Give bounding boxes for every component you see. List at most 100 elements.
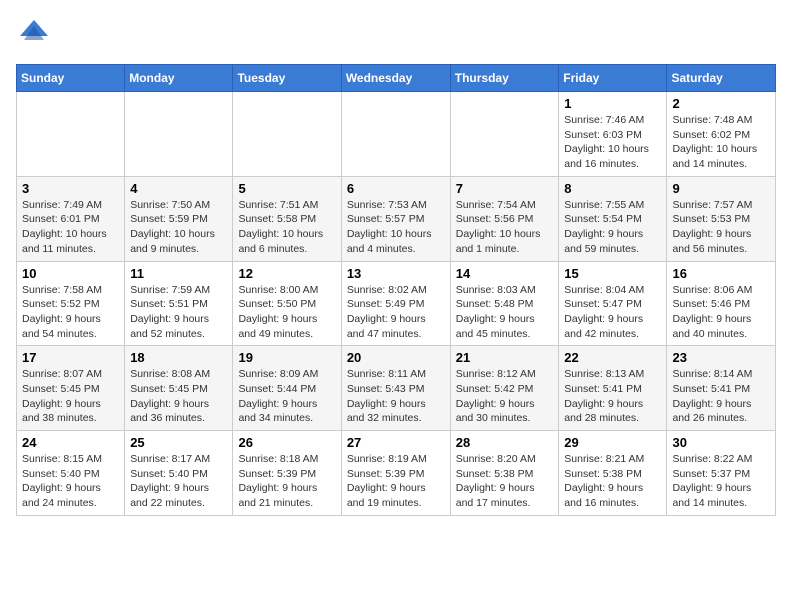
day-cell: 30 Sunrise: 8:22 AM Sunset: 5:37 PM Dayli…	[667, 431, 776, 516]
day-info: Sunrise: 8:22 AM Sunset: 5:37 PM Dayligh…	[672, 453, 752, 509]
day-cell: 1 Sunrise: 7:46 AM Sunset: 6:03 PM Daylig…	[559, 92, 667, 177]
day-cell: 7 Sunrise: 7:54 AM Sunset: 5:56 PM Daylig…	[450, 176, 559, 261]
day-cell: 12 Sunrise: 8:00 AM Sunset: 5:50 PM Dayli…	[233, 261, 341, 346]
day-info: Sunrise: 7:57 AM Sunset: 5:53 PM Dayligh…	[672, 199, 752, 255]
day-cell: 8 Sunrise: 7:55 AM Sunset: 5:54 PM Daylig…	[559, 176, 667, 261]
day-number: 18	[130, 350, 227, 365]
day-info: Sunrise: 8:15 AM Sunset: 5:40 PM Dayligh…	[22, 453, 102, 509]
day-cell: 11 Sunrise: 7:59 AM Sunset: 5:51 PM Dayli…	[125, 261, 233, 346]
day-cell: 13 Sunrise: 8:02 AM Sunset: 5:49 PM Dayli…	[341, 261, 450, 346]
day-cell	[125, 92, 233, 177]
day-number: 6	[347, 181, 445, 196]
day-number: 29	[564, 435, 661, 450]
day-number: 23	[672, 350, 770, 365]
day-number: 1	[564, 96, 661, 111]
calendar-table: SundayMondayTuesdayWednesdayThursdayFrid…	[16, 64, 776, 516]
week-row-0: 1 Sunrise: 7:46 AM Sunset: 6:03 PM Daylig…	[17, 92, 776, 177]
day-cell	[233, 92, 341, 177]
day-number: 9	[672, 181, 770, 196]
day-cell: 28 Sunrise: 8:20 AM Sunset: 5:38 PM Dayli…	[450, 431, 559, 516]
day-cell: 21 Sunrise: 8:12 AM Sunset: 5:42 PM Dayli…	[450, 346, 559, 431]
day-info: Sunrise: 7:55 AM Sunset: 5:54 PM Dayligh…	[564, 199, 644, 255]
day-info: Sunrise: 8:21 AM Sunset: 5:38 PM Dayligh…	[564, 453, 644, 509]
week-row-1: 3 Sunrise: 7:49 AM Sunset: 6:01 PM Daylig…	[17, 176, 776, 261]
day-number: 28	[456, 435, 554, 450]
day-info: Sunrise: 8:03 AM Sunset: 5:48 PM Dayligh…	[456, 284, 536, 340]
day-cell: 22Sunrise: 8:13 AM Sunset: 5:41 PM Dayli…	[559, 346, 667, 431]
day-cell: 19 Sunrise: 8:09 AM Sunset: 5:44 PM Dayli…	[233, 346, 341, 431]
day-cell: 3 Sunrise: 7:49 AM Sunset: 6:01 PM Daylig…	[17, 176, 125, 261]
day-number: 25	[130, 435, 227, 450]
day-number: 3	[22, 181, 119, 196]
day-number: 26	[238, 435, 335, 450]
day-info: Sunrise: 7:50 AM Sunset: 5:59 PM Dayligh…	[130, 199, 215, 255]
day-info: Sunrise: 8:14 AM Sunset: 5:41 PM Dayligh…	[672, 368, 752, 424]
day-cell: 23 Sunrise: 8:14 AM Sunset: 5:41 PM Dayli…	[667, 346, 776, 431]
day-number: 21	[456, 350, 554, 365]
day-info: Sunrise: 8:20 AM Sunset: 5:38 PM Dayligh…	[456, 453, 536, 509]
day-cell: 10 Sunrise: 7:58 AM Sunset: 5:52 PM Dayli…	[17, 261, 125, 346]
col-header-tuesday: Tuesday	[233, 65, 341, 92]
day-info: Sunrise: 7:59 AM Sunset: 5:51 PM Dayligh…	[130, 284, 210, 340]
day-cell: 17Sunrise: 8:07 AM Sunset: 5:45 PM Dayli…	[17, 346, 125, 431]
day-cell: 4 Sunrise: 7:50 AM Sunset: 5:59 PM Daylig…	[125, 176, 233, 261]
day-number: 8	[564, 181, 661, 196]
day-info: Sunrise: 8:17 AM Sunset: 5:40 PM Dayligh…	[130, 453, 210, 509]
header	[16, 16, 776, 52]
day-cell: 2 Sunrise: 7:48 AM Sunset: 6:02 PM Daylig…	[667, 92, 776, 177]
day-number: 19	[238, 350, 335, 365]
col-header-monday: Monday	[125, 65, 233, 92]
day-cell	[17, 92, 125, 177]
week-row-2: 10 Sunrise: 7:58 AM Sunset: 5:52 PM Dayli…	[17, 261, 776, 346]
day-info: Sunrise: 8:18 AM Sunset: 5:39 PM Dayligh…	[238, 453, 318, 509]
day-cell: 24 Sunrise: 8:15 AM Sunset: 5:40 PM Dayli…	[17, 431, 125, 516]
day-number: 4	[130, 181, 227, 196]
day-info: Sunrise: 7:54 AM Sunset: 5:56 PM Dayligh…	[456, 199, 541, 255]
day-number: 2	[672, 96, 770, 111]
col-header-friday: Friday	[559, 65, 667, 92]
col-header-thursday: Thursday	[450, 65, 559, 92]
day-info: Sunrise: 7:58 AM Sunset: 5:52 PM Dayligh…	[22, 284, 102, 340]
day-info: Sunrise: 8:09 AM Sunset: 5:44 PM Dayligh…	[238, 368, 318, 424]
day-cell: 5Sunrise: 7:51 AM Sunset: 5:58 PM Daylig…	[233, 176, 341, 261]
day-cell: 14 Sunrise: 8:03 AM Sunset: 5:48 PM Dayli…	[450, 261, 559, 346]
day-info: Sunrise: 7:49 AM Sunset: 6:01 PM Dayligh…	[22, 199, 107, 255]
day-number: 5	[238, 181, 335, 196]
day-number: 11	[130, 266, 227, 281]
day-number: 13	[347, 266, 445, 281]
day-number: 27	[347, 435, 445, 450]
day-number: 10	[22, 266, 119, 281]
day-number: 7	[456, 181, 554, 196]
day-number: 30	[672, 435, 770, 450]
day-cell: 20Sunrise: 8:11 AM Sunset: 5:43 PM Dayli…	[341, 346, 450, 431]
day-number: 16	[672, 266, 770, 281]
day-info: Sunrise: 8:00 AM Sunset: 5:50 PM Dayligh…	[238, 284, 318, 340]
day-cell: 16Sunrise: 8:06 AM Sunset: 5:46 PM Dayli…	[667, 261, 776, 346]
day-info: Sunrise: 7:48 AM Sunset: 6:02 PM Dayligh…	[672, 114, 757, 170]
day-info: Sunrise: 8:07 AM Sunset: 5:45 PM Dayligh…	[22, 368, 102, 424]
day-info: Sunrise: 8:19 AM Sunset: 5:39 PM Dayligh…	[347, 453, 427, 509]
day-info: Sunrise: 8:08 AM Sunset: 5:45 PM Dayligh…	[130, 368, 210, 424]
day-info: Sunrise: 7:53 AM Sunset: 5:57 PM Dayligh…	[347, 199, 432, 255]
day-info: Sunrise: 7:46 AM Sunset: 6:03 PM Dayligh…	[564, 114, 649, 170]
header-row: SundayMondayTuesdayWednesdayThursdayFrid…	[17, 65, 776, 92]
day-number: 14	[456, 266, 554, 281]
logo-icon	[16, 16, 52, 52]
col-header-saturday: Saturday	[667, 65, 776, 92]
day-cell: 29 Sunrise: 8:21 AM Sunset: 5:38 PM Dayli…	[559, 431, 667, 516]
week-row-3: 17Sunrise: 8:07 AM Sunset: 5:45 PM Dayli…	[17, 346, 776, 431]
col-header-wednesday: Wednesday	[341, 65, 450, 92]
day-cell: 18 Sunrise: 8:08 AM Sunset: 5:45 PM Dayli…	[125, 346, 233, 431]
day-number: 15	[564, 266, 661, 281]
week-row-4: 24 Sunrise: 8:15 AM Sunset: 5:40 PM Dayli…	[17, 431, 776, 516]
day-info: Sunrise: 8:12 AM Sunset: 5:42 PM Dayligh…	[456, 368, 536, 424]
day-number: 12	[238, 266, 335, 281]
day-info: Sunrise: 8:02 AM Sunset: 5:49 PM Dayligh…	[347, 284, 427, 340]
day-cell: 27 Sunrise: 8:19 AM Sunset: 5:39 PM Dayli…	[341, 431, 450, 516]
day-number: 20	[347, 350, 445, 365]
day-info: Sunrise: 8:13 AM Sunset: 5:41 PM Dayligh…	[564, 368, 644, 424]
day-cell: 9 Sunrise: 7:57 AM Sunset: 5:53 PM Daylig…	[667, 176, 776, 261]
day-cell: 15Sunrise: 8:04 AM Sunset: 5:47 PM Dayli…	[559, 261, 667, 346]
day-number: 24	[22, 435, 119, 450]
day-cell: 26 Sunrise: 8:18 AM Sunset: 5:39 PM Dayli…	[233, 431, 341, 516]
